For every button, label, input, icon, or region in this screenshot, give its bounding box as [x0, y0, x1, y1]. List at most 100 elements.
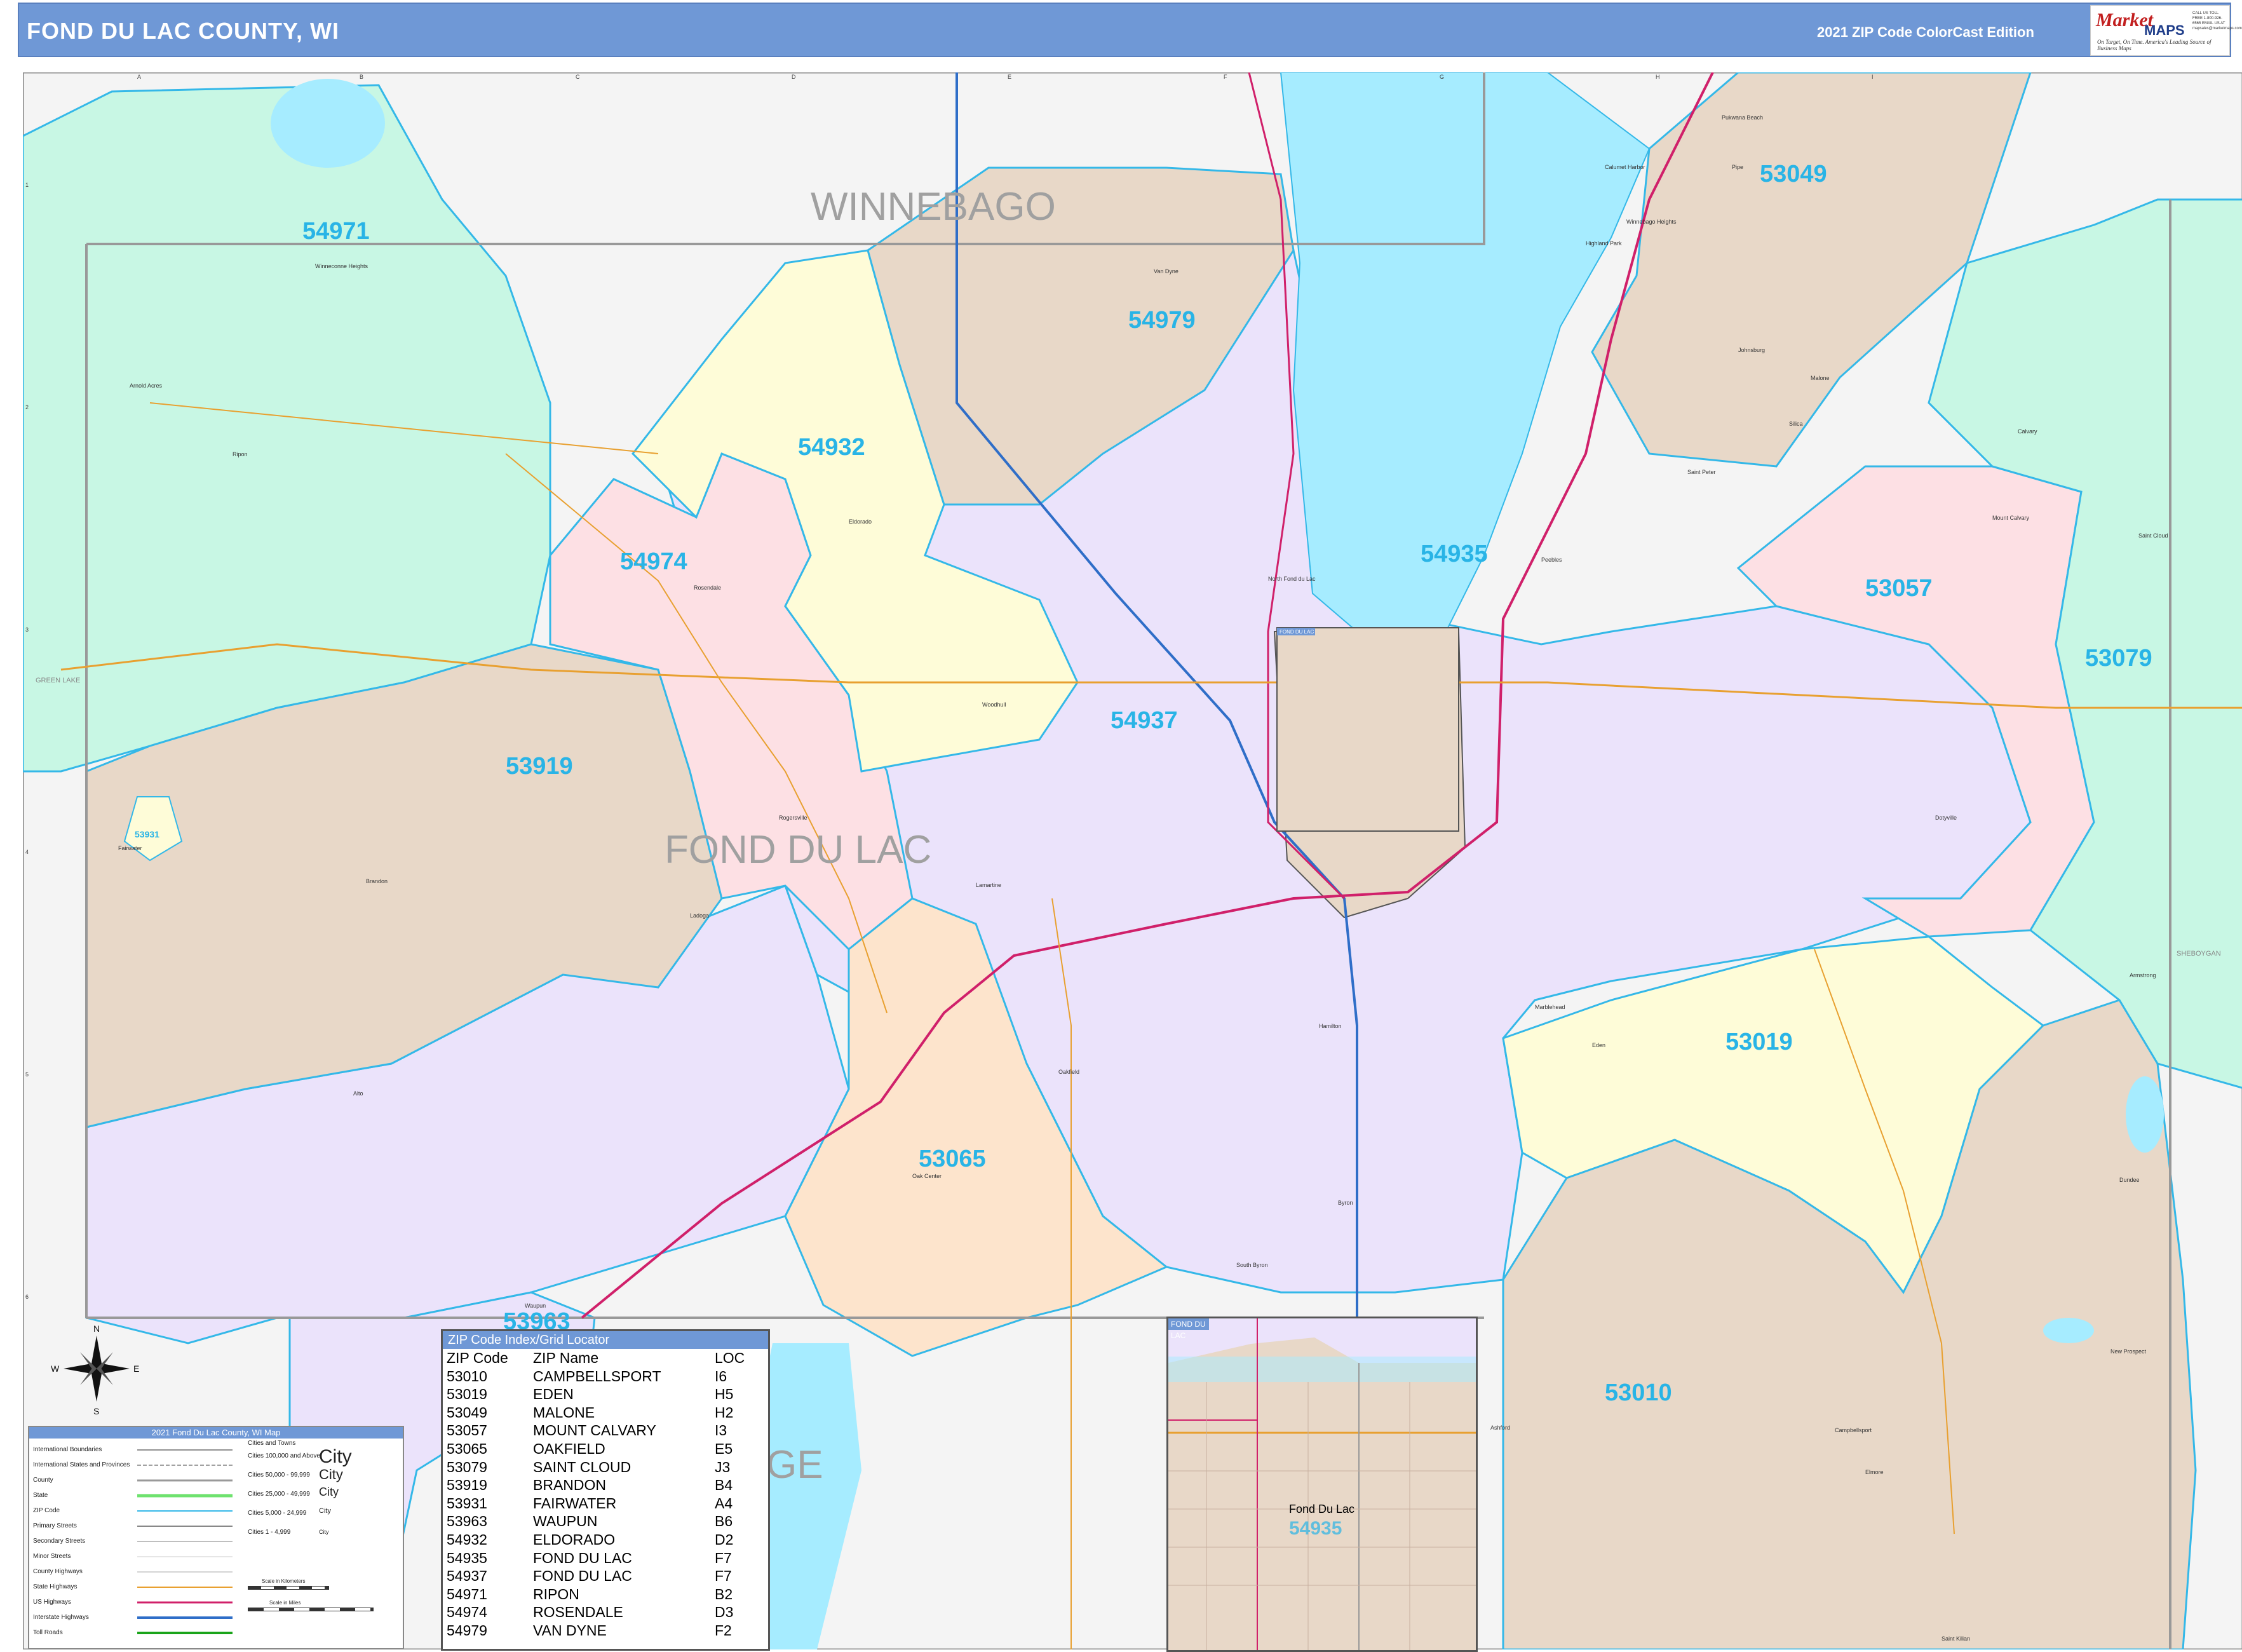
compass-n: N [93, 1324, 100, 1334]
logo-maps-text: MAPS [2144, 22, 2185, 38]
legend-line-samples [137, 1449, 233, 1634]
zip-index-loc: H5 [715, 1386, 734, 1403]
zip-index-name: VAN DYNE [533, 1622, 607, 1639]
inset-zip-label: 54935 [1289, 1518, 1342, 1539]
place-label: Campbellsport [1835, 1427, 1872, 1433]
place-label: Hamilton [1319, 1023, 1342, 1029]
grid-col-f: F [1224, 74, 1227, 80]
zip-index-loc: F2 [715, 1622, 732, 1639]
zip-index-loc: H2 [715, 1404, 734, 1421]
zip-index-loc: I6 [715, 1367, 727, 1385]
zip-index-loc: B2 [715, 1585, 733, 1602]
zip-label-54937: 54937 [1111, 707, 1178, 734]
place-label: Alto [353, 1090, 363, 1097]
place-label: Fairwater [118, 845, 142, 851]
place-label: Brandon [366, 878, 388, 884]
place-label: Mount Calvary [1992, 515, 2030, 521]
fond-du-lac-city-inset-title: FOND DU LAC [1280, 629, 1314, 635]
zip-index-loc: J3 [715, 1458, 731, 1475]
logo-tagline: On Target, On Time. America's Leading So… [2097, 39, 2212, 51]
zip-index-header-zip: ZIP Code [447, 1350, 508, 1366]
legend-item: State [33, 1492, 48, 1499]
zip-index-loc: D3 [715, 1604, 734, 1621]
zip-index-name: FOND DU LAC [533, 1567, 632, 1585]
legend-city-sample-large: City [319, 1446, 352, 1467]
zip-index-row: 53049 MALONE H2 [443, 1404, 768, 1422]
legend-item: US Highways [33, 1599, 72, 1606]
compass-e: E [133, 1364, 139, 1374]
grid-row-5: 5 [25, 1071, 29, 1078]
zip-index-name: BRANDON [533, 1477, 607, 1494]
zip-index-header-name: ZIP Name [533, 1350, 599, 1366]
grid-row-3: 3 [25, 626, 29, 633]
zip-label-54932: 54932 [798, 434, 865, 461]
place-label: Pukwana Beach [1722, 114, 1763, 121]
zip-label-53049: 53049 [1760, 161, 1827, 187]
place-label: Arnold Acres [130, 383, 163, 389]
zip-label-54971: 54971 [302, 218, 370, 245]
place-label: Armstrong [2130, 972, 2156, 978]
zip-index-loc: A4 [715, 1494, 733, 1512]
zip-label-53931: 53931 [135, 829, 159, 839]
place-label: Elmore [1865, 1469, 1884, 1475]
compass-s: S [93, 1406, 99, 1416]
county-label-sheboygan: SHEBOYGAN [2177, 950, 2221, 958]
zip-index-zip: 53010 [447, 1367, 487, 1385]
legend-scale-km-bar [248, 1586, 329, 1590]
zip-index-name: OAKFIELD [533, 1440, 605, 1457]
legend-city-item: Cities 1 - 4,999 [248, 1529, 291, 1536]
zip-index-header-row: ZIP Code ZIP Name LOC [443, 1349, 768, 1367]
legend-city-sample: City [319, 1529, 329, 1535]
zip-index-zip: 53931 [447, 1494, 487, 1512]
zip-index-zip: 54935 [447, 1549, 487, 1566]
zip-index-name: FAIRWATER [533, 1494, 617, 1512]
zip-index-loc: D2 [715, 1531, 734, 1548]
grid-row-6: 6 [25, 1294, 29, 1300]
fond-du-lac-detail-inset: 54935 FOND DU LAC Fond Du Lac [1166, 1317, 1478, 1652]
legend-city-sample: City [319, 1466, 343, 1482]
legend-scale-km: Scale in Kilometers [262, 1578, 306, 1584]
legend-item: Secondary Streets [33, 1538, 86, 1545]
zip-index-name: SAINT CLOUD [533, 1458, 631, 1475]
place-label: Eden [1592, 1042, 1605, 1048]
zip-index-row: 54932 ELDORADO D2 [443, 1531, 768, 1549]
zip-label-53010: 53010 [1605, 1379, 1672, 1406]
place-label: Dotyville [1935, 815, 1957, 821]
zip-index-zip: 53919 [447, 1477, 487, 1494]
market-maps-logo: Market MAPS On Target, On Time. America'… [2090, 5, 2242, 56]
zip-index-name: MOUNT CALVARY [533, 1422, 656, 1439]
zip-index-name: ROSENDALE [533, 1604, 623, 1621]
zip-label-53079: 53079 [2085, 645, 2152, 672]
zip-label-53019: 53019 [1725, 1029, 1793, 1055]
zip-index-loc: E5 [715, 1440, 733, 1457]
legend-city-item: Cities 5,000 - 24,999 [248, 1510, 307, 1517]
legend-item: Minor Streets [33, 1553, 71, 1560]
grid-col-i: I [1872, 74, 1874, 80]
place-label: Johnsburg [1738, 347, 1765, 353]
legend-city-item: Cities 100,000 and Above [248, 1452, 320, 1459]
zip-index-rows: 53010 CAMPBELLSPORT I6 53019 EDEN H5 53049 MALO… [443, 1367, 768, 1640]
zip-index-loc: F7 [715, 1567, 732, 1585]
place-label: Ripon [233, 451, 248, 457]
zip-index-row: 54937 FOND DU LAC F7 [443, 1567, 768, 1585]
zip-index-loc: F7 [715, 1549, 732, 1566]
grid-col-h: H [1656, 74, 1660, 80]
edition-label: 2021 ZIP Code ColorCast Edition [1817, 24, 2034, 40]
zip-index-name: FOND DU LAC [533, 1549, 632, 1566]
zip-index-loc: B4 [715, 1477, 733, 1494]
zip-index-row: 54979 VAN DYNE F2 [443, 1622, 768, 1640]
zip-label-53065: 53065 [919, 1146, 986, 1172]
place-label: Marblehead [1535, 1004, 1565, 1010]
grid-col-g: G [1440, 74, 1444, 80]
place-label: Calvary [2018, 428, 2037, 435]
zip-index-row: 53919 BRANDON B4 [443, 1476, 768, 1494]
zip-index-zip: 53049 [447, 1404, 487, 1421]
place-label: North Fond du Lac [1268, 576, 1316, 582]
place-label: Oak Center [912, 1173, 942, 1179]
place-label: Peebles [1541, 557, 1562, 563]
legend-item: State Highways [33, 1583, 78, 1590]
zip-index-zip: 54937 [447, 1567, 487, 1585]
legend-city-item: Cities 50,000 - 99,999 [248, 1472, 310, 1479]
zip-code-map[interactable]: A B C D E F G H I 1 2 3 4 5 6 WINNEBAGO … [23, 72, 2242, 1649]
county-label-winnebago: WINNEBAGO [811, 185, 1056, 229]
